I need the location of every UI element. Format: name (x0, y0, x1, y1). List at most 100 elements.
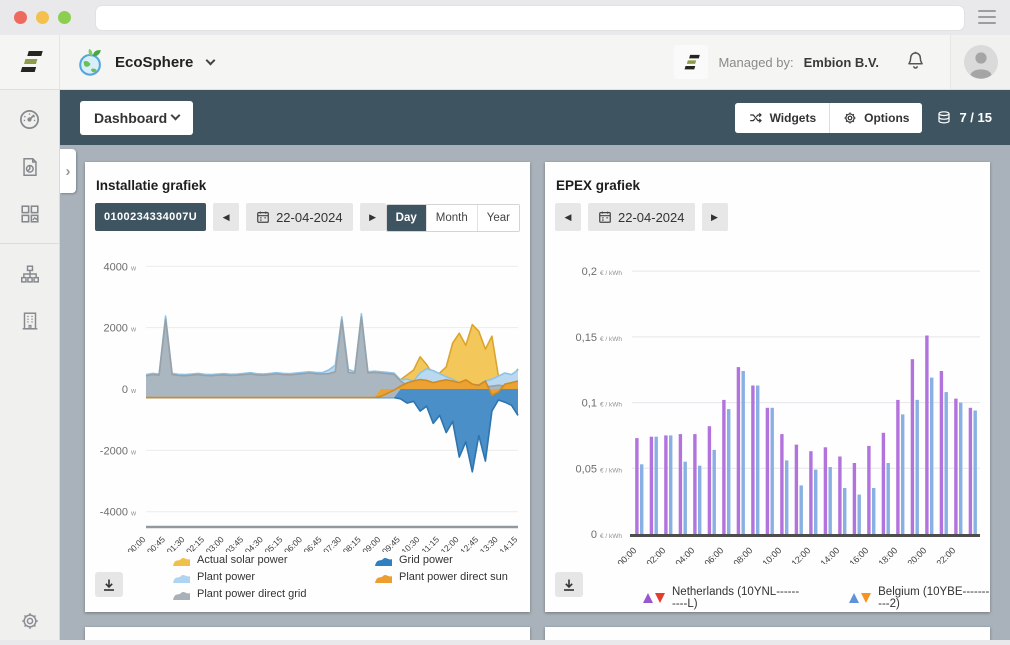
widget-count-label: 7 / 15 (959, 110, 992, 125)
browser-menu-icon[interactable] (978, 10, 996, 24)
installation-card-title: Installatie grafiek (96, 178, 206, 193)
download-icon (101, 577, 117, 593)
serial-number-button[interactable]: 0100234334007U (95, 203, 206, 231)
widgets-grid-icon (19, 203, 41, 225)
date-picker-button[interactable]: 22-04-2024 (246, 203, 353, 231)
installation-controls: 0100234334007U ◀ 22-04-2024 ▶ (95, 203, 386, 231)
legend-item[interactable]: Grid power (375, 551, 508, 568)
brand-name: EcoSphere (115, 54, 193, 71)
legend-item[interactable]: Plant power direct grid (173, 585, 353, 602)
calendar-icon (598, 210, 612, 224)
embion-logo[interactable] (0, 35, 60, 89)
area-swatch-icon (375, 571, 392, 583)
embion-stripes-icon (17, 50, 43, 74)
building-icon (19, 310, 41, 332)
previous-date-button[interactable]: ◀ (213, 203, 239, 231)
sidebar (0, 90, 60, 645)
managed-by-label: Managed by: (718, 55, 793, 70)
ecosphere-logo-icon (76, 47, 106, 77)
settings-gear-icon (20, 611, 40, 631)
toolbar-buttons: Widgets Options (735, 103, 923, 133)
legend-label: Grid power (399, 554, 453, 566)
epex-card: EPEX grafiek ◀ 22-04-2024 ▶ 0,2€ / kWh 0,… (545, 162, 990, 612)
area-swatch-icon (173, 554, 190, 566)
window-bottom-edge (0, 640, 1010, 645)
options-button[interactable]: Options (829, 103, 922, 133)
sidebar-item-dashboard[interactable] (0, 96, 59, 143)
download-button[interactable] (95, 572, 123, 597)
window-zoom-button[interactable] (58, 11, 71, 24)
chevron-down-icon (206, 55, 216, 65)
epex-card-title: EPEX grafiek (556, 178, 640, 193)
legend-item[interactable]: Netherlands (10YNL----------L) (643, 586, 801, 610)
epex-chart[interactable]: 0,2€ / kWh0,15€ / kWh0,1€ / kWh0,05€ / k… (548, 234, 986, 564)
legend-item[interactable]: Actual solar power (173, 551, 353, 568)
svg-text:0,15€ / kWh: 0,15€ / kWh (576, 332, 623, 344)
svg-text:08:00: 08:00 (731, 545, 754, 564)
sidebar-expand-tab[interactable]: › (60, 149, 76, 193)
browser-chrome (0, 0, 1010, 35)
widgets-shuffle-icon (748, 110, 763, 125)
svg-text:0,05€ / kWh: 0,05€ / kWh (576, 463, 623, 475)
area-swatch-icon (375, 554, 392, 566)
range-toggle: DayMonthYear (386, 204, 520, 232)
managed-by: Managed by: Embion B.V. (674, 45, 879, 79)
sidebar-item-widgets[interactable] (0, 190, 59, 237)
svg-text:0,2€ / kWh: 0,2€ / kWh (582, 266, 623, 278)
app-header: EcoSphere Managed by: Embion B.V. (0, 35, 1010, 90)
range-tab-month[interactable]: Month (426, 205, 477, 231)
svg-text:04:00: 04:00 (673, 545, 696, 564)
installation-chart[interactable]: 4000w2000w0w-2000w-4000w00:0000:4501:300… (88, 234, 526, 552)
window-controls (14, 11, 71, 24)
triangle-up-icon (643, 593, 653, 603)
widgets-button[interactable]: Widgets (735, 103, 830, 133)
address-bar[interactable] (95, 5, 965, 31)
triangle-down-icon (861, 593, 871, 603)
svg-text:4000w: 4000w (103, 261, 136, 273)
svg-text:18:00: 18:00 (876, 545, 899, 564)
dashboard-toolbar: Dashboard Widgets Options 7 / 15 (60, 90, 1010, 145)
next-date-button[interactable]: ▶ (702, 203, 728, 231)
epex-controls: ◀ 22-04-2024 ▶ (555, 203, 728, 231)
svg-text:-2000w: -2000w (100, 445, 137, 457)
svg-text:06:00: 06:00 (702, 545, 725, 564)
svg-text:10:30: 10:30 (399, 534, 421, 552)
installation-legend: Actual solar power Plant power Plant power… (173, 551, 508, 602)
options-label: Options (864, 111, 909, 125)
brand-menu[interactable]: EcoSphere (60, 47, 214, 77)
legend-label: Plant power direct sun (399, 571, 508, 583)
gauge-icon (18, 108, 41, 131)
date-picker-button[interactable]: 22-04-2024 (588, 203, 695, 231)
sidebar-item-buildings[interactable] (0, 297, 59, 344)
user-avatar[interactable] (950, 35, 1010, 89)
legend-label: Plant power (197, 571, 255, 583)
legend-item[interactable]: Plant power (173, 568, 353, 585)
report-document-icon (19, 156, 41, 178)
next-date-button[interactable]: ▶ (360, 203, 386, 231)
download-button[interactable] (555, 572, 583, 597)
area-swatch-icon (173, 588, 190, 600)
managed-by-value: Embion B.V. (804, 55, 879, 70)
triangle-up-icon (849, 593, 859, 603)
legend-item[interactable]: Belgium (10YBE----------2) (849, 586, 990, 610)
sitemap-icon (19, 263, 41, 285)
svg-text:20:00: 20:00 (905, 545, 928, 564)
date-value: 22-04-2024 (618, 210, 685, 225)
svg-text:00:00: 00:00 (615, 545, 638, 564)
window-minimize-button[interactable] (36, 11, 49, 24)
notifications-bell-icon[interactable] (905, 49, 926, 76)
svg-text:2000w: 2000w (103, 323, 136, 335)
sidebar-item-reports[interactable] (0, 143, 59, 190)
range-tab-day[interactable]: Day (387, 205, 426, 231)
previous-date-button[interactable]: ◀ (555, 203, 581, 231)
legend-item[interactable]: Plant power direct sun (375, 568, 508, 585)
legend-label: Plant power direct grid (197, 588, 306, 600)
sidebar-item-sites[interactable] (0, 250, 59, 297)
dashboard-dropdown[interactable]: Dashboard (80, 101, 193, 135)
widget-counter: 7 / 15 (936, 110, 992, 126)
range-tab-year[interactable]: Year (477, 205, 519, 231)
svg-text:02:00: 02:00 (644, 545, 667, 564)
window-close-button[interactable] (14, 11, 27, 24)
svg-text:14:15: 14:15 (497, 534, 519, 552)
sidebar-item-settings[interactable] (0, 611, 60, 631)
